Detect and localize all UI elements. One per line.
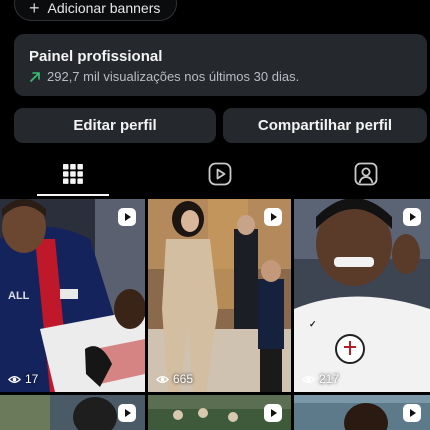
grid-icon — [63, 164, 83, 184]
view-count: 17 — [8, 372, 38, 386]
post-thumbnail[interactable] — [294, 395, 430, 430]
post-image: ✓ — [294, 199, 430, 392]
eye-icon — [8, 375, 21, 383]
view-count-value: 17 — [25, 372, 39, 386]
reels-icon — [208, 162, 232, 186]
svg-text:✓: ✓ — [309, 319, 317, 329]
post-image — [148, 199, 291, 392]
post-thumbnail[interactable]: ALL 17 — [0, 199, 145, 392]
post-thumbnail[interactable]: 665 — [148, 199, 291, 392]
tagged-icon — [354, 162, 378, 186]
trend-up-icon — [30, 71, 40, 82]
view-count-value: 665 — [173, 372, 194, 386]
view-count-value: 217 — [319, 372, 340, 386]
edit-profile-button[interactable]: Editar perfil — [14, 108, 216, 143]
panel-title: Painel profissional — [29, 48, 163, 65]
eye-icon — [302, 375, 315, 383]
play-icon — [403, 208, 421, 226]
tab-reels[interactable] — [172, 152, 268, 196]
post-thumbnail[interactable]: ✓ 217 — [294, 199, 430, 392]
svg-text:ALL: ALL — [8, 290, 30, 302]
add-banners-button[interactable]: + Adicionar banners — [14, 0, 177, 21]
view-count: 665 — [156, 372, 193, 386]
share-profile-button[interactable]: Compartilhar perfil — [223, 108, 427, 143]
play-icon — [118, 208, 136, 226]
post-thumbnail[interactable] — [0, 395, 145, 430]
post-image: ALL — [0, 199, 145, 392]
active-tab-indicator — [37, 194, 109, 196]
profile-tabs — [0, 152, 430, 198]
eye-icon — [156, 375, 169, 383]
play-icon — [264, 208, 282, 226]
play-icon — [118, 404, 136, 422]
tab-tagged[interactable] — [318, 152, 414, 196]
professional-dashboard-card[interactable]: Painel profissional 292,7 mil visualizaç… — [14, 34, 427, 96]
play-icon — [403, 404, 421, 422]
view-count: 217 — [302, 372, 339, 386]
tab-posts-grid[interactable] — [25, 152, 121, 196]
panel-stat-row: 292,7 mil visualizações nos últimos 30 d… — [29, 69, 427, 84]
add-banners-label: Adicionar banners — [47, 0, 161, 16]
play-icon — [264, 404, 282, 422]
panel-stat-text: 292,7 mil visualizações nos últimos 30 d… — [47, 69, 300, 84]
plus-icon: + — [29, 0, 40, 18]
post-thumbnail[interactable] — [148, 395, 291, 430]
